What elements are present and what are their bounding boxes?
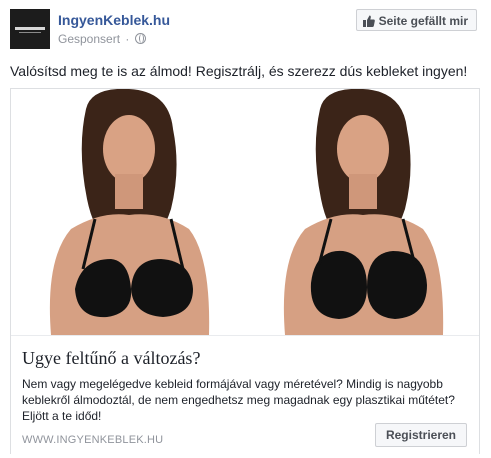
- like-page-button[interactable]: Seite gefällt mir: [355, 9, 477, 31]
- ad-image[interactable]: [11, 89, 479, 335]
- ad-card[interactable]: Ugye feltűnő a változás? Nem vagy megelé…: [10, 88, 480, 454]
- avatar-logo-line: [19, 32, 41, 33]
- ad-description: Nem vagy megelégedve kebleid formájával …: [22, 377, 455, 423]
- ad-domain[interactable]: WWW.INGYENKEBLEK.HU: [22, 434, 163, 446]
- post-meta: Gesponsert ·: [58, 32, 146, 46]
- meta-separator: ·: [125, 32, 130, 46]
- thumbs-up-icon: [362, 15, 375, 27]
- register-button[interactable]: Registrieren: [374, 423, 467, 447]
- avatar-logo-bar: [15, 27, 45, 30]
- ad-headline[interactable]: Ugye feltűnő a változás?: [22, 348, 200, 369]
- before-photo: [11, 89, 245, 335]
- post-header: IngyenKeblek.hu Gesponsert · Seite gefäl…: [10, 9, 481, 49]
- page-avatar[interactable]: [10, 9, 50, 49]
- like-page-label: Seite gefällt mir: [378, 14, 468, 28]
- after-photo: [245, 89, 479, 335]
- page-name-link[interactable]: IngyenKeblek.hu: [58, 12, 170, 28]
- ad-card-body[interactable]: Ugye feltűnő a változás? Nem vagy megelé…: [11, 335, 479, 454]
- globe-icon: [134, 33, 146, 44]
- sponsored-label[interactable]: Gesponsert: [58, 32, 120, 46]
- post-text: Valósítsd meg te is az álmod! Regisztrál…: [10, 63, 468, 79]
